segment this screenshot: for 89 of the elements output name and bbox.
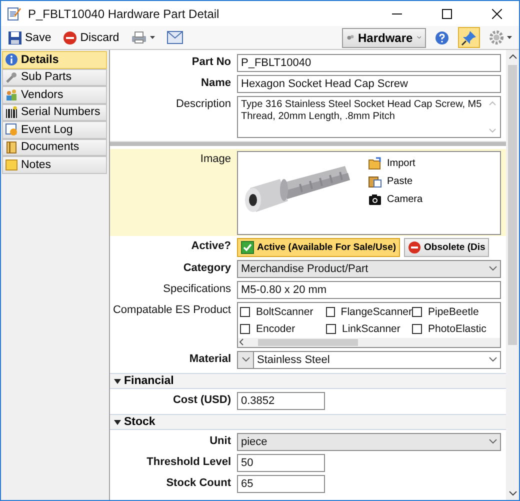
section-header[interactable]: Stock [110, 414, 506, 430]
people-icon [5, 88, 18, 102]
status-toggle[interactable]: Active (Available For Sale/Use) [237, 238, 400, 256]
field-label: Unit [210, 434, 231, 448]
chevron-down-icon [489, 266, 497, 271]
checkbox-option[interactable]: BoltScanner [240, 304, 326, 320]
vertical-scrollbar[interactable] [506, 50, 519, 500]
note-icon [5, 158, 18, 172]
sidebar-tab[interactable]: Vendors [2, 86, 107, 104]
wrench-icon [5, 70, 18, 84]
question-icon [435, 30, 449, 44]
settings-icon [489, 30, 504, 45]
save-button[interactable]: Save [5, 27, 54, 48]
dropdown[interactable]: Stainless Steel [253, 350, 501, 368]
field-label: Name [201, 76, 231, 90]
dropdown[interactable]: piece [237, 432, 501, 450]
scroll-down-icon[interactable] [508, 491, 516, 496]
checkbox[interactable] [240, 306, 250, 316]
sidebar-tab[interactable]: Serial Numbers [2, 104, 107, 121]
stop-icon [408, 240, 422, 254]
checkbox-option[interactable]: LinkScanner [326, 320, 412, 336]
field-label: Active? [191, 240, 231, 252]
section-header[interactable]: Financial [110, 373, 506, 389]
edit-document-icon [7, 6, 22, 21]
field-label: Category [183, 262, 231, 274]
info-icon [5, 53, 18, 66]
maximize-icon [442, 8, 452, 18]
input-field[interactable]: Hexagon Socket Head Cap Screw [237, 74, 501, 92]
description-field[interactable]: Type 316 Stainless Steel Socket Head Cap Screw, M5 Thread, 20mm Length, .8mm Pitch [237, 96, 501, 138]
clipboard-icon [368, 174, 382, 188]
sidebar-tab[interactable]: Documents [2, 138, 107, 156]
field-label: Threshold Level [146, 456, 231, 468]
type-dropdown[interactable]: Hardware [342, 28, 426, 48]
field-label: Cost (USD) [172, 394, 231, 406]
scroll-left-icon[interactable] [238, 338, 246, 346]
field-label: Material [189, 352, 231, 366]
chevron-down-icon [489, 439, 497, 444]
dropdown-toggle[interactable] [237, 350, 253, 368]
checkbox[interactable] [240, 324, 250, 334]
collapse-icon [114, 418, 121, 426]
field-label: Part No [192, 56, 231, 68]
pushpin-icon [461, 30, 477, 46]
field-label: Compatable ES Product [112, 304, 231, 316]
input-field[interactable]: 65 [237, 474, 325, 492]
sidebar-tab[interactable]: Details [2, 51, 107, 68]
field-label: Image [200, 152, 231, 166]
scroll-up-icon[interactable] [508, 54, 516, 59]
printer-icon [131, 31, 148, 44]
caret-icon [150, 36, 156, 39]
checkmark-icon [241, 240, 254, 254]
dropdown[interactable]: Merchandise Product/Part [237, 260, 501, 278]
field-label: Specifications [163, 282, 231, 296]
checkbox-option[interactable]: Encoder [240, 320, 326, 336]
sidebar-tab[interactable]: Notes [2, 156, 107, 174]
checkbox-option[interactable]: PipeBeetle [412, 304, 498, 320]
sidebar-tab[interactable]: Event Log [2, 121, 107, 138]
pin-button[interactable] [458, 27, 480, 48]
discard-button[interactable]: Discard [60, 27, 122, 48]
folder-icon [368, 156, 382, 170]
image-action-button[interactable]: Paste [368, 174, 423, 188]
field-label: Description [176, 98, 231, 110]
input-field[interactable]: M5-0.80 x 20 mm [237, 280, 501, 298]
caret-icon [507, 36, 512, 39]
barcode-icon [5, 106, 18, 119]
sidebar-tab[interactable]: Sub Parts [2, 68, 107, 86]
scrollbar-drawing [488, 98, 497, 134]
input-field[interactable]: 50 [237, 454, 325, 472]
stop-icon [63, 30, 78, 44]
chevron-down-icon [242, 357, 250, 362]
field-label: Stock Count [166, 476, 231, 490]
checkbox-option[interactable]: PhotoElastic [412, 320, 498, 336]
status-toggle[interactable]: Obsolete (Dis [404, 238, 490, 256]
checkbox[interactable] [326, 324, 336, 334]
close-icon [492, 8, 502, 18]
checkbox[interactable] [412, 324, 422, 334]
collapse-icon [114, 378, 121, 384]
input-field[interactable]: 0.3852 [237, 392, 325, 410]
envelope-icon [167, 31, 184, 44]
checkbox[interactable] [412, 306, 422, 316]
input-field[interactable]: P_FBLT10040 [237, 54, 501, 72]
image-action-button[interactable]: Import [368, 156, 423, 170]
image-action-button[interactable]: Camera [368, 192, 423, 206]
chevron-down-icon [416, 35, 421, 40]
chevron-down-icon [489, 357, 497, 362]
checkbox[interactable] [326, 306, 335, 316]
binder-icon [5, 140, 18, 154]
checkbox-option[interactable]: FlangeScanner [326, 304, 412, 320]
window-title: P_FBLT10040 Hardware Part Detail [28, 6, 220, 20]
camera-icon [368, 192, 382, 206]
